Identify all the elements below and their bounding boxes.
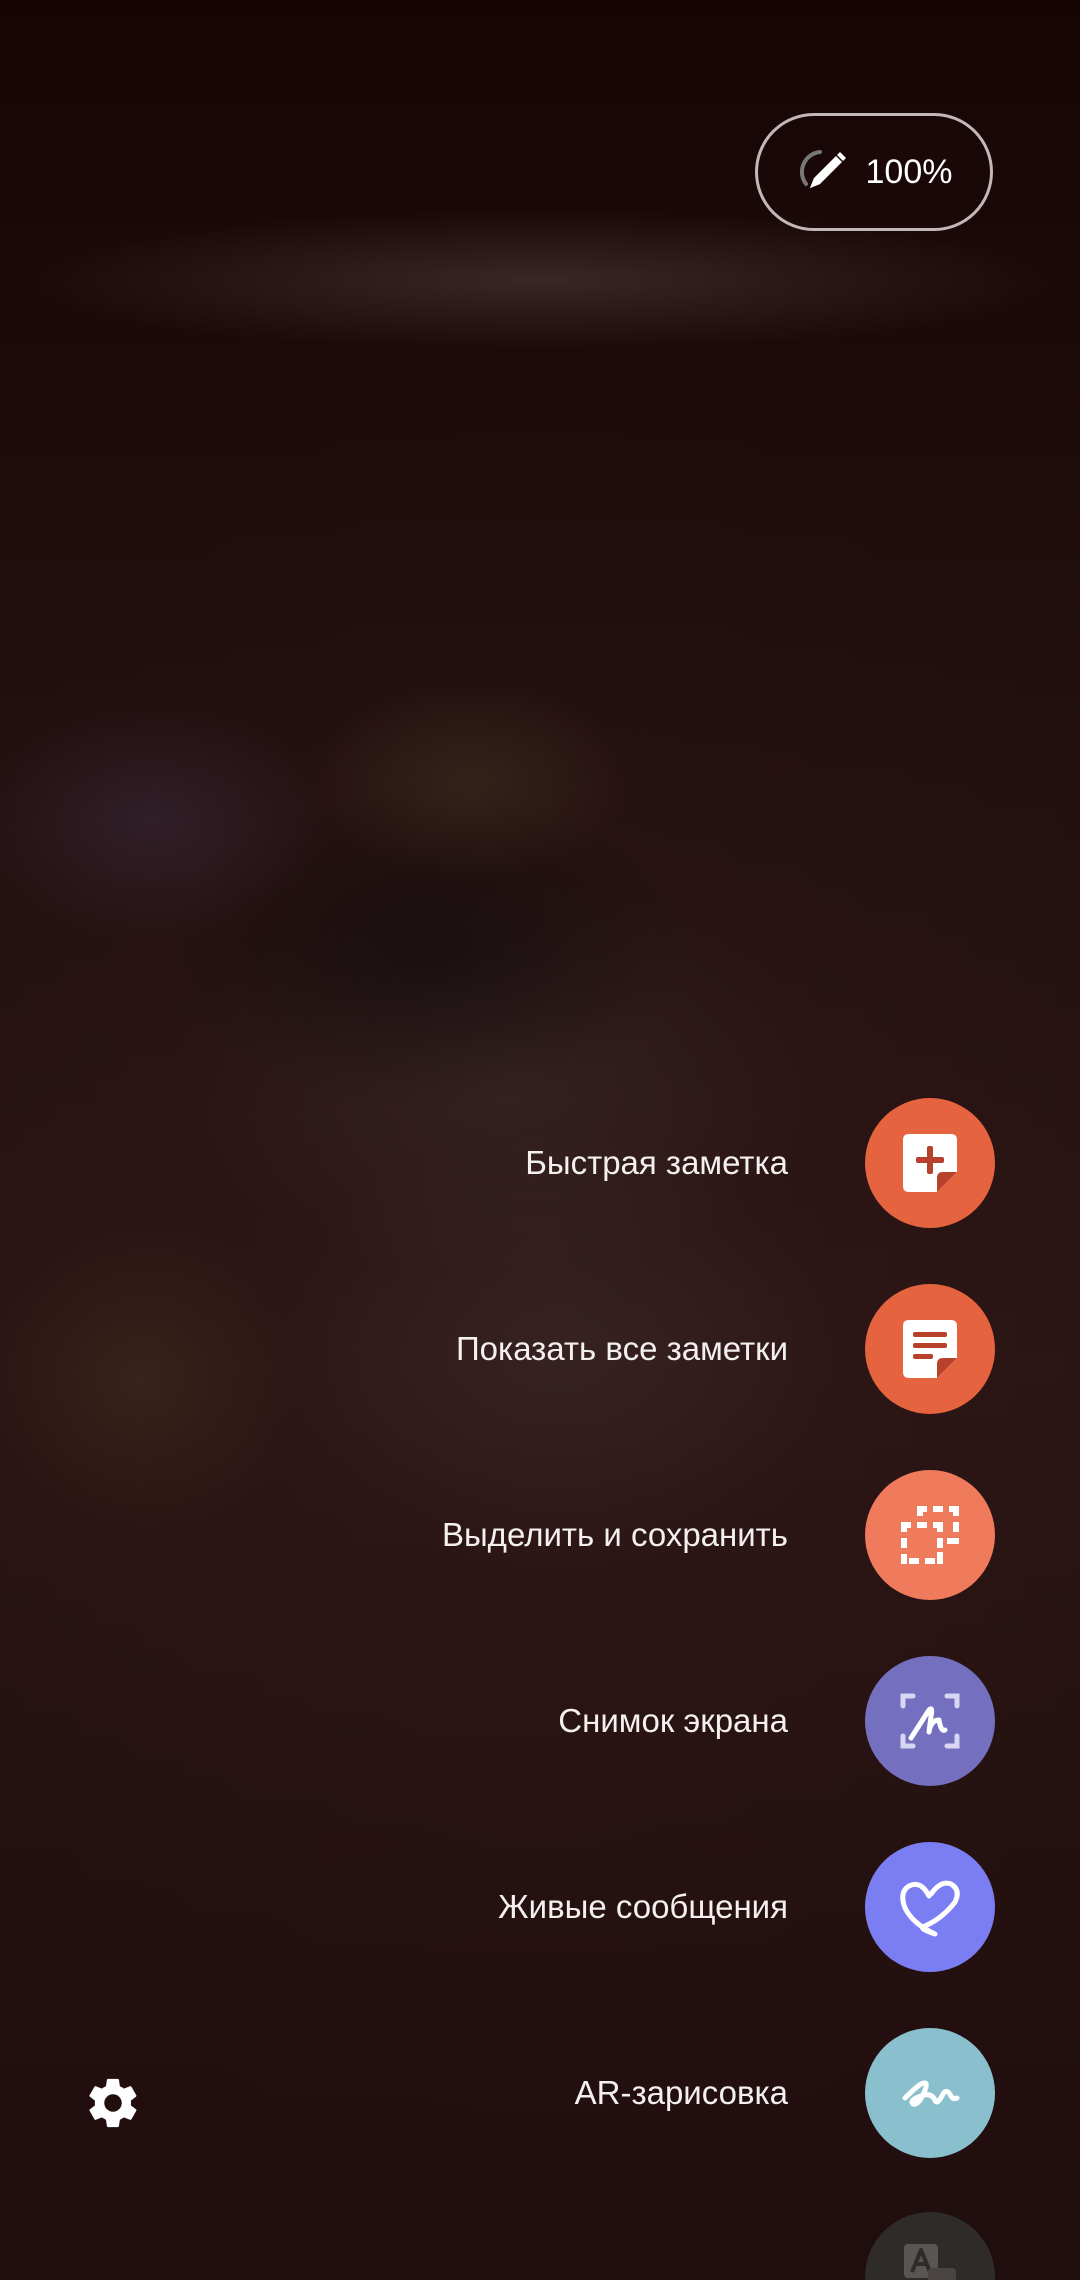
menu-item-label: Выделить и сохранить [441,1516,788,1553]
show-all-notes-button[interactable] [865,1284,995,1414]
menu-item-quick-note[interactable]: Быстрая заметка [0,1098,1080,1228]
menu-item-label: AR-зарисовка [574,2074,788,2111]
live-messages-button[interactable] [865,1842,995,1972]
ar-doodle-button[interactable] [865,2028,995,2158]
sticky-note-plus-icon [903,1134,957,1192]
translate-icon [904,2244,956,2280]
settings-button[interactable] [82,2072,144,2134]
notes-list-icon [903,1320,957,1378]
gear-icon [89,2078,137,2128]
ar-doodle-icon [902,2080,960,2107]
heart-scribble-icon [900,1880,960,1937]
quick-note-button[interactable] [865,1098,995,1228]
menu-item-screen-write[interactable]: Снимок экрана [0,1656,1080,1786]
menu-item-live-messages[interactable]: Живые сообщения [0,1842,1080,1972]
menu-item-label: Показать все заметки [455,1330,788,1367]
smart-select-button[interactable] [865,1470,995,1600]
screen-write-icon [900,1693,960,1749]
pen-battery-icon [799,150,846,188]
pen-battery-indicator[interactable]: 100% [755,113,993,231]
menu-item-ar-doodle[interactable]: AR-зарисовка [0,2028,1080,2158]
menu-item-label: Снимок экрана [558,1702,788,1739]
smart-select-icon [901,1506,959,1564]
screen-write-button[interactable] [865,1656,995,1786]
pen-battery-percent: 100% [865,152,953,191]
menu-item-smart-select[interactable]: Выделить и сохранить [0,1470,1080,1600]
menu-item-show-all-notes[interactable]: Показать все заметки [0,1284,1080,1414]
menu-item-label: Быстрая заметка [525,1144,788,1181]
menu-item-label: Живые сообщения [498,1888,788,1925]
